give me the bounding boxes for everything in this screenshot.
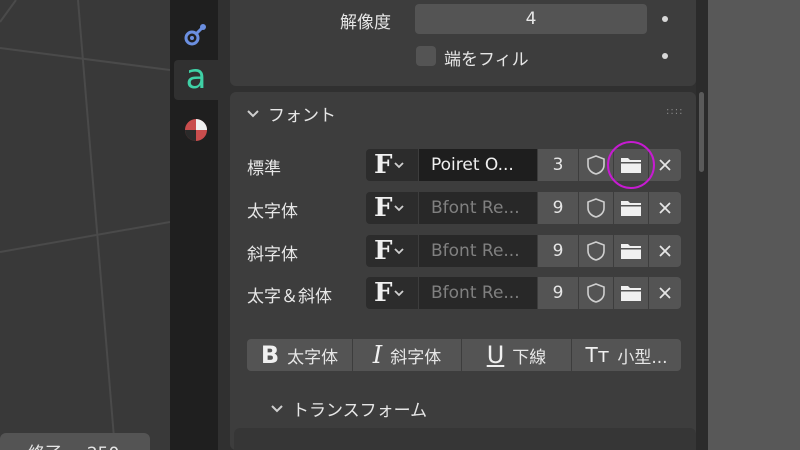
tab-material[interactable] bbox=[176, 110, 216, 150]
bold-toggle-button[interactable]: B 太字体 bbox=[247, 339, 352, 371]
smallcaps-label: 小型... bbox=[617, 347, 668, 368]
font-icon: F bbox=[374, 193, 393, 223]
underline-label: 下線 bbox=[512, 347, 547, 368]
font-icon: F bbox=[374, 150, 393, 180]
italic-icon: I bbox=[372, 341, 383, 369]
keyframe-dot[interactable] bbox=[662, 53, 668, 59]
chevron-down-icon bbox=[394, 162, 405, 169]
unlink-font-button[interactable] bbox=[649, 235, 681, 267]
fake-user-button[interactable] bbox=[579, 235, 613, 267]
font-row-bold: 太字体 F Bfont Re... 9 bbox=[218, 192, 708, 224]
scrollbar-thumb[interactable] bbox=[699, 92, 704, 172]
font-browse-button[interactable]: F bbox=[366, 192, 418, 224]
chevron-down-icon bbox=[271, 404, 283, 412]
close-icon bbox=[659, 287, 671, 299]
chevron-down-icon bbox=[394, 290, 405, 297]
drag-handle-icon[interactable]: :::: bbox=[666, 106, 683, 117]
italic-toggle-button[interactable]: I 斜字体 bbox=[353, 339, 461, 371]
font-row-label: 太字＆斜体 bbox=[247, 287, 332, 307]
properties-panel: 解像度 4 端をフィル フォント :::: 標準 F Poiret O... 3 bbox=[218, 0, 708, 450]
properties-tab-strip: a bbox=[170, 0, 218, 450]
viewport-grid bbox=[0, 0, 170, 450]
chevron-down-icon bbox=[394, 205, 405, 212]
transform-section-body bbox=[234, 428, 696, 450]
font-icon: F bbox=[374, 236, 393, 266]
keyframe-dot[interactable] bbox=[662, 16, 668, 22]
font-browse-button[interactable]: F bbox=[366, 277, 418, 309]
text-data-icon: a bbox=[185, 57, 207, 97]
folder-icon bbox=[621, 201, 641, 216]
shield-icon bbox=[587, 283, 605, 303]
font-users-count[interactable]: 9 bbox=[538, 192, 578, 224]
shield-icon bbox=[587, 198, 605, 218]
highlight-circle bbox=[607, 141, 655, 189]
fake-user-button[interactable] bbox=[579, 192, 613, 224]
right-area bbox=[708, 0, 800, 450]
font-users-count[interactable]: 9 bbox=[538, 235, 578, 267]
font-row-bold-italic: 太字＆斜体 F Bfont Re... 9 bbox=[218, 277, 708, 309]
font-browse-button[interactable]: F bbox=[366, 149, 418, 181]
font-row-italic: 斜字体 F Bfont Re... 9 bbox=[218, 235, 708, 267]
font-section-title: フォント bbox=[268, 106, 336, 126]
frame-end-field[interactable]: 終了 250 bbox=[0, 433, 150, 450]
unlink-font-button[interactable] bbox=[649, 277, 681, 309]
transform-section-header[interactable]: トランスフォーム bbox=[270, 396, 427, 421]
folder-icon bbox=[621, 286, 641, 301]
font-users-count[interactable]: 3 bbox=[538, 149, 578, 181]
close-icon bbox=[659, 202, 671, 214]
underline-toggle-button[interactable]: U 下線 bbox=[462, 339, 571, 371]
tab-text-data[interactable]: a bbox=[174, 60, 218, 100]
font-name-field[interactable]: Poiret O... bbox=[419, 149, 537, 181]
open-font-button[interactable] bbox=[614, 277, 648, 309]
shield-icon bbox=[587, 155, 605, 175]
close-icon bbox=[659, 159, 671, 171]
font-name-field[interactable]: Bfont Re... bbox=[419, 277, 537, 309]
frame-end-label: 終了 bbox=[28, 444, 62, 450]
resolution-field[interactable]: 4 bbox=[415, 4, 647, 34]
italic-label: 斜字体 bbox=[390, 347, 442, 368]
font-name-field[interactable]: Bfont Re... bbox=[419, 235, 537, 267]
bold-label: 太字体 bbox=[287, 347, 339, 368]
font-name-field[interactable]: Bfont Re... bbox=[419, 192, 537, 224]
open-font-button[interactable] bbox=[614, 235, 648, 267]
tab-constraints[interactable] bbox=[176, 14, 216, 54]
close-icon bbox=[659, 245, 671, 257]
chevron-down-icon bbox=[394, 248, 405, 255]
constraint-icon bbox=[184, 24, 206, 46]
transform-section-title: トランスフォーム bbox=[292, 401, 428, 421]
fill-edges-label: 端をフィル bbox=[444, 50, 529, 70]
resolution-label: 解像度 bbox=[340, 13, 391, 33]
open-font-button[interactable] bbox=[614, 192, 648, 224]
font-browse-button[interactable]: F bbox=[366, 235, 418, 267]
panel-edge bbox=[696, 0, 708, 450]
material-icon bbox=[185, 119, 207, 141]
folder-icon bbox=[621, 244, 641, 259]
font-row-label: 標準 bbox=[247, 159, 281, 179]
font-row-label: 太字体 bbox=[247, 202, 298, 222]
shield-icon bbox=[587, 241, 605, 261]
font-users-count[interactable]: 9 bbox=[538, 277, 578, 309]
chevron-down-icon bbox=[247, 109, 259, 117]
bold-icon: B bbox=[260, 341, 280, 369]
fake-user-button[interactable] bbox=[579, 277, 613, 309]
smallcaps-toggle-button[interactable]: Tт 小型... bbox=[572, 339, 681, 371]
resolution-value: 4 bbox=[525, 9, 537, 29]
unlink-font-button[interactable] bbox=[649, 192, 681, 224]
frame-end-value: 250 bbox=[87, 444, 119, 450]
3d-viewport[interactable]: 終了 250 bbox=[0, 0, 170, 450]
small-caps-icon: Tт bbox=[585, 343, 610, 367]
font-row-label: 斜字体 bbox=[247, 245, 298, 265]
fill-edges-checkbox[interactable] bbox=[416, 46, 436, 66]
underline-icon: U bbox=[486, 341, 505, 369]
font-icon: F bbox=[374, 278, 393, 308]
font-section-header[interactable]: フォント bbox=[246, 101, 336, 126]
